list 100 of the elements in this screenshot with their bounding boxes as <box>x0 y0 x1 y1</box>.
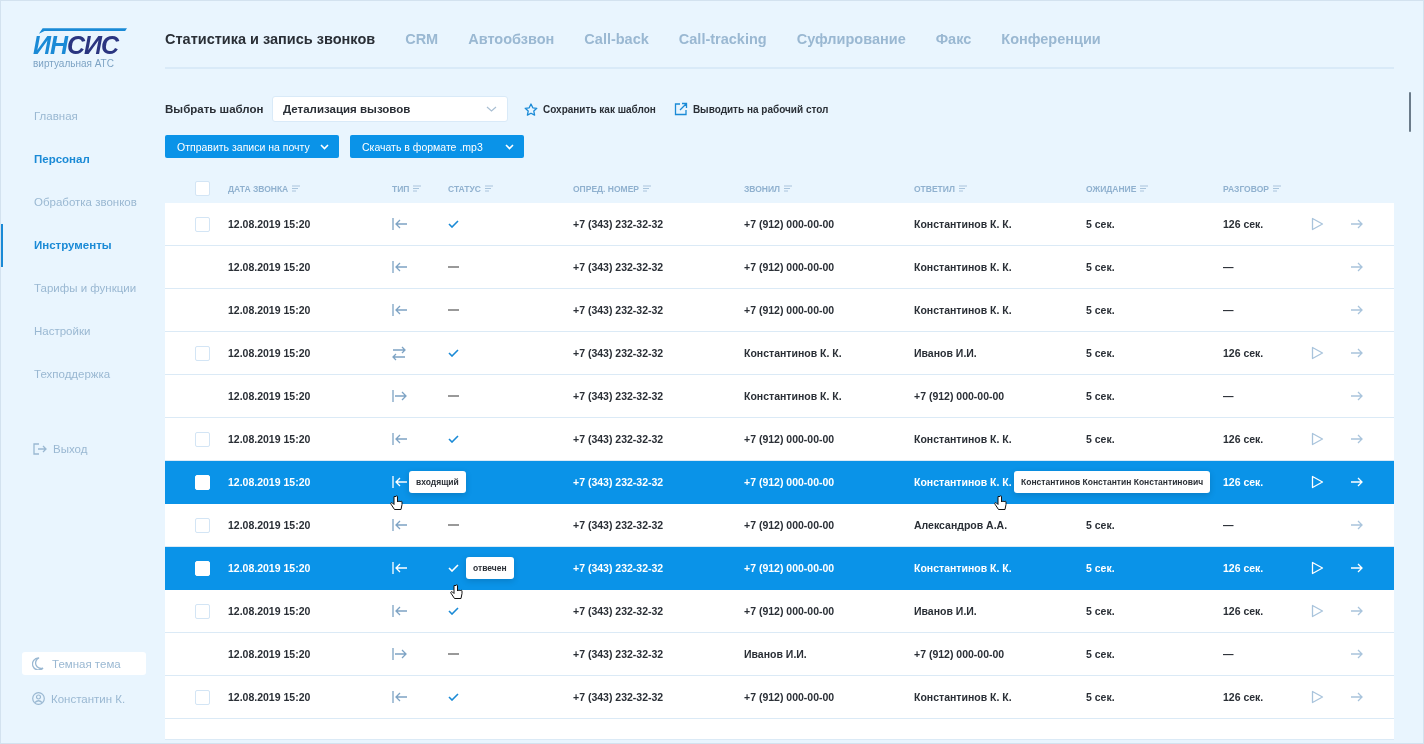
column-header[interactable]: РАЗГОВОР <box>1223 183 1281 194</box>
nav-tab[interactable]: CRM <box>405 31 439 47</box>
nav-tab[interactable]: Call-back <box>584 31 649 47</box>
logo-tagline: виртуальная АТС <box>33 58 114 69</box>
play-icon[interactable] <box>1311 217 1324 231</box>
nav-tab[interactable]: Конференции <box>1001 31 1101 47</box>
dropdown-button[interactable]: Скачать в формате .mp3 <box>350 135 524 158</box>
call-row[interactable]: 12.08.2019 15:20 +7 (343) 232-32-32 +7 (912) 000-00-00 Константинов К. К. 5 сек. — <box>165 289 1394 332</box>
column-header[interactable]: ТИП <box>392 183 422 194</box>
sidebar-item[interactable]: Настройки <box>1 310 97 353</box>
save-template-link[interactable]: Сохранить как шаблон <box>524 102 656 116</box>
column-header[interactable]: ЗВОНИЛ <box>744 183 793 194</box>
play-icon[interactable] <box>1311 346 1324 360</box>
arrow-right-icon[interactable] <box>1351 606 1363 616</box>
arrow-right-icon[interactable] <box>1351 219 1363 229</box>
row-checkbox[interactable] <box>195 603 210 619</box>
table-cell: 5 сек. <box>1086 347 1115 359</box>
nav-tab[interactable]: Статистика и запись звонков <box>165 31 376 47</box>
hand-cursor-icon <box>994 495 1007 511</box>
table-cell: +7 (912) 000-00-00 <box>744 605 835 617</box>
table-cell: 126 сек. <box>1223 691 1264 703</box>
call-row[interactable]: 12.08.2019 15:20 +7 (343) 232-32-32 +7 (912) 000-00-00 Константинов К. К. 5 сек. 126 сек. <box>165 418 1394 461</box>
call-row[interactable]: 12.08.2019 15:20 +7 (343) 232-32-32 +7 (912) 000-00-00 Константинов К. К. 5 сек. 126 сек. <box>165 676 1394 719</box>
table-cell: +7 (912) 000-00-00 <box>744 476 835 488</box>
table-cell: +7 (343) 232-32-32 <box>573 218 664 230</box>
row-checkbox[interactable] <box>195 345 210 361</box>
row-checkbox[interactable] <box>195 689 210 705</box>
table-cell: 12.08.2019 15:20 <box>228 648 311 660</box>
table-cell: — <box>1223 648 1234 660</box>
chevron-down-icon <box>505 143 514 150</box>
arrow-right-icon[interactable] <box>1351 262 1363 272</box>
table-cell: — <box>1223 519 1234 531</box>
call-row[interactable]: 12.08.2019 15:20 +7 (343) 232-32-32 +7 (912) 000-00-00 Константинов К. К. 5 сек. — <box>165 246 1394 289</box>
sidebar-item[interactable]: Тарифы и функции <box>1 267 143 310</box>
desktop-link[interactable]: Выводить на рабочий стол <box>673 102 829 116</box>
table-cell: 5 сек. <box>1086 304 1115 316</box>
table-cell: 12.08.2019 15:20 <box>228 218 311 230</box>
sidebar-item[interactable]: Главная <box>1 95 84 138</box>
user-link[interactable]: Константин К. <box>32 692 126 705</box>
sidebar-item[interactable]: Персонал <box>1 138 96 181</box>
table-cell: 12.08.2019 15:20 <box>228 605 311 617</box>
logout-link[interactable]: Выход <box>33 443 88 455</box>
arrow-right-icon[interactable] <box>1351 692 1363 702</box>
dropdown-button[interactable]: Отправить записи на почту <box>165 135 339 158</box>
call-row[interactable]: 12.08.2019 15:20 +7 (343) 232-32-32 Иванов И.И. +7 (912) 000-00-00 5 сек. — <box>165 633 1394 676</box>
template-dropdown[interactable]: Детализация вызовов <box>272 96 508 122</box>
play-icon[interactable] <box>1311 432 1324 446</box>
table-cell: 126 сек. <box>1223 562 1264 574</box>
row-checkbox[interactable] <box>195 517 210 533</box>
table-cell: +7 (912) 000-00-00 <box>914 648 1005 660</box>
hand-cursor-icon <box>450 584 463 600</box>
call-row[interactable]: 12.08.2019 15:20 +7 (343) 232-32-32 Константинов К. К. Иванов И.И. 5 сек. 126 сек. <box>165 332 1394 375</box>
column-header[interactable]: ДАТА ЗВОНКА <box>228 183 301 194</box>
play-icon[interactable] <box>1311 690 1324 704</box>
table-cell: Константинов К. К. <box>914 476 1012 488</box>
logo: ИНСИС <box>31 26 125 59</box>
table-cell: Константинов К. К. <box>914 691 1012 703</box>
table-cell: +7 (912) 000-00-00 <box>914 390 1005 402</box>
dark-theme-button[interactable]: Темная тема <box>22 652 146 675</box>
select-all-checkbox[interactable] <box>195 181 210 196</box>
arrow-right-icon[interactable] <box>1351 434 1363 444</box>
star-icon <box>524 102 538 116</box>
hand-cursor-icon <box>390 495 403 511</box>
column-header[interactable]: ОЖИДАНИЕ <box>1086 183 1149 194</box>
column-header[interactable]: ОПРЕД. НОМЕР <box>573 183 651 194</box>
table-cell: +7 (912) 000-00-00 <box>744 519 835 531</box>
moon-icon <box>32 657 44 670</box>
row-checkbox[interactable] <box>195 216 210 232</box>
arrow-right-icon[interactable] <box>1351 305 1363 315</box>
table-cell: +7 (343) 232-32-32 <box>573 347 664 359</box>
table-cell: +7 (912) 000-00-00 <box>744 691 835 703</box>
arrow-right-icon[interactable] <box>1351 348 1363 358</box>
sidebar-item[interactable]: Техподдержка <box>1 353 117 396</box>
arrow-right-icon[interactable] <box>1351 391 1363 401</box>
nav-tab[interactable]: Факс <box>935 31 972 47</box>
call-row[interactable]: 12.08.2019 15:20 +7 (343) 232-32-32 +7 (912) 000-00-00 Иванов И.И. 5 сек. 126 сек. <box>165 590 1394 633</box>
column-header[interactable]: СТАТУС <box>448 183 493 194</box>
table-cell: 12.08.2019 15:20 <box>228 562 311 574</box>
call-row[interactable]: 12.08.2019 15:20 +7 (343) 232-32-32 Константинов К. К. +7 (912) 000-00-00 5 сек. — <box>165 375 1394 418</box>
sidebar-item[interactable]: Инструменты <box>1 224 118 267</box>
call-row[interactable]: 12.08.2019 15:20 +7 (343) 232-32-32 +7 (912) 000-00-00 Александров А.А. 5 сек. — <box>165 504 1394 547</box>
nav-tab[interactable]: Call-tracking <box>678 31 767 47</box>
row-checkbox[interactable] <box>195 431 210 447</box>
nav-tab[interactable]: Автообзвон <box>468 31 555 47</box>
table-cell: Иванов И.И. <box>914 605 977 617</box>
nav-tab[interactable]: Суфлирование <box>796 31 906 47</box>
table-cell: +7 (343) 232-32-32 <box>573 648 664 660</box>
table-cell: 126 сек. <box>1223 347 1264 359</box>
table-cell: — <box>1223 304 1234 316</box>
column-header[interactable]: ОТВЕТИЛ <box>914 183 967 194</box>
table-cell: 5 сек. <box>1086 218 1115 230</box>
table-cell: 5 сек. <box>1086 691 1115 703</box>
sidebar-item[interactable]: Обработка звонков <box>1 181 143 224</box>
call-row[interactable]: 12.08.2019 15:20 +7 (343) 232-32-32 +7 (912) 000-00-00 Константинов К. К. 5 сек. 126 сек. <box>165 203 1394 246</box>
play-icon[interactable] <box>1311 604 1324 618</box>
arrow-right-icon[interactable] <box>1351 520 1363 530</box>
arrow-right-icon[interactable] <box>1351 649 1363 659</box>
sort-icon <box>643 185 651 192</box>
table-cell: Константинов К. К. <box>744 347 842 359</box>
tooltip: Константинов Константин Константинович <box>1014 471 1211 493</box>
